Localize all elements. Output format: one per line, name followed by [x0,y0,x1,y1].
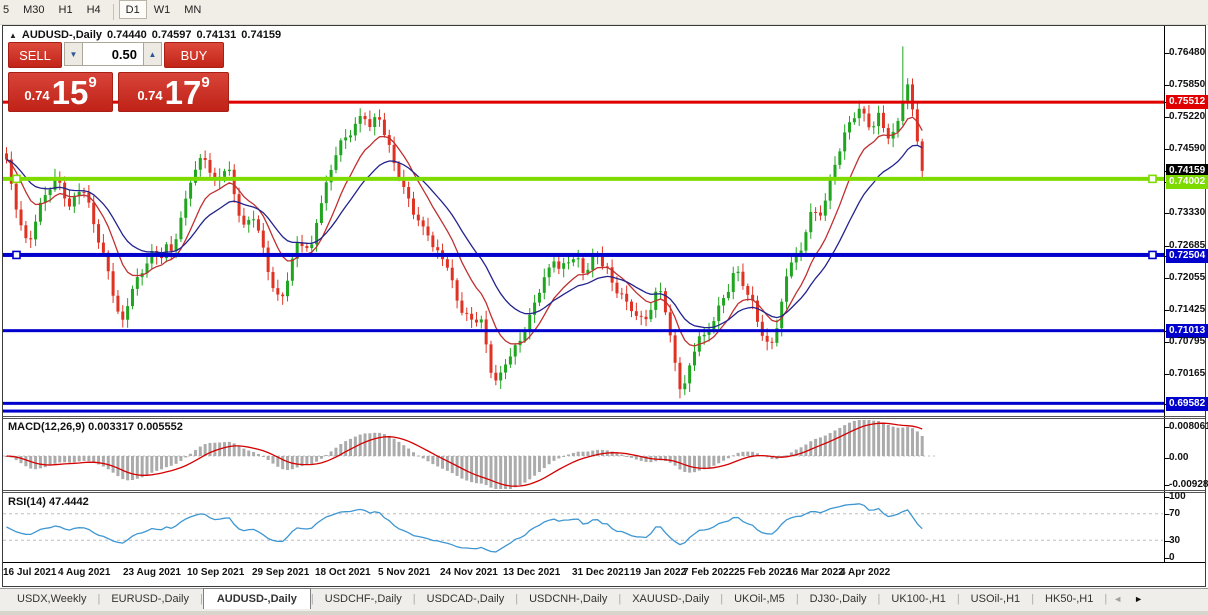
ohlc-close: 0.74159 [241,29,281,41]
tab-usdchf-daily[interactable]: USDCHF-,Daily [314,589,413,608]
macd-indicator-label: MACD(12,26,9) 0.003317 0.005552 [8,421,183,433]
date-tick-label: 16 Jul 2021 [3,567,56,578]
chevron-down-icon: ▼ [70,50,78,59]
tab-scroll-right-icon[interactable]: ► [1128,589,1149,604]
one-click-trade-panel: SELL ▼ ▲ BUY 0.74 15 9 0.74 17 9 [8,42,229,112]
ohlc-high: 0.74597 [152,29,192,41]
ohlc-low: 0.74131 [197,29,237,41]
price-tick-label: 0.73330 [1169,207,1205,219]
tab-ukoil-m5[interactable]: UKOil-,M5 [723,589,796,608]
price-level-label-0.74002: 0.74002 [1166,175,1208,189]
tab-usdcnh-daily[interactable]: USDCNH-,Daily [518,589,618,608]
date-tick-label: 29 Sep 2021 [252,567,309,578]
tab-eurusd-daily[interactable]: EURUSD-,Daily [100,589,200,608]
price-tick-label: 0.75220 [1169,111,1205,123]
macd-tick-label: 0.008061 [1169,421,1208,433]
collapse-panel-icon[interactable]: ▲ [9,31,17,40]
price-tick-label: 0.71425 [1169,304,1205,316]
tab-scroll-left-icon[interactable]: ◄ [1107,589,1128,604]
chevron-up-icon: ▲ [149,50,157,59]
buy-price-display[interactable]: 0.74 17 9 [118,72,229,112]
tab-dj30-daily[interactable]: DJ30-,Daily [799,589,878,608]
macd-tick-label: 0.00 [1169,452,1188,464]
date-tick-label: 31 Dec 2021 [572,567,629,578]
tab-hk50-h1[interactable]: HK50-,H1 [1034,589,1104,608]
tab-uk100-h1[interactable]: UK100-,H1 [880,589,956,608]
tab-audusd-daily[interactable]: AUDUSD-,Daily [203,588,311,609]
volume-increase-button[interactable]: ▲ [143,42,162,66]
date-tick-label: 25 Feb 2022 [734,567,791,578]
buy-price-big: 17 [165,75,202,111]
ohlc-open: 0.74440 [107,29,147,41]
date-tick-label: 13 Dec 2021 [503,567,560,578]
sell-price-base: 0.74 [24,81,49,111]
price-tick-label: 0.75850 [1169,79,1205,91]
buy-button[interactable]: BUY [164,42,224,68]
price-level-label-0.69582: 0.69582 [1166,397,1208,411]
sell-price-pip: 9 [88,76,96,90]
date-tick-label: 16 Mar 2022 [787,567,844,578]
volume-input[interactable] [83,42,143,66]
tab-usoil-h1[interactable]: USOil-,H1 [960,589,1032,608]
price-level-label-0.72504: 0.72504 [1166,249,1208,263]
date-tick-label: 10 Sep 2021 [187,567,244,578]
rsi-tick-label: 100 [1169,491,1186,503]
tab-usdx-weekly[interactable]: USDX,Weekly [6,589,97,608]
rsi-tick-label: 70 [1169,508,1180,520]
buy-price-pip: 9 [201,76,209,90]
tab-xauusd-daily[interactable]: XAUUSD-,Daily [621,589,720,608]
price-tick-label: 0.72055 [1169,272,1205,284]
date-tick-label: 23 Aug 2021 [123,567,181,578]
price-tick-label: 0.70165 [1169,368,1205,380]
rsi-tick-label: 30 [1169,535,1180,547]
date-tick-label: 5 Nov 2021 [378,567,430,578]
tab-usdcad-daily[interactable]: USDCAD-,Daily [416,589,516,608]
chart-symbol-label: AUDUSD-,Daily [22,29,102,41]
status-strip [0,611,1208,615]
date-tick-label: 19 Jan 2022 [630,567,686,578]
price-tick-label: 0.74590 [1169,143,1205,155]
volume-decrease-button[interactable]: ▼ [64,42,83,66]
chart-title: ▲ AUDUSD-,Daily 0.74440 0.74597 0.74131 0.741… [9,29,281,41]
date-tick-label: 4 Aug 2021 [58,567,110,578]
date-tick-label: 24 Nov 2021 [440,567,498,578]
buy-price-base: 0.74 [137,81,162,111]
rsi-tick-label: 0 [1169,552,1175,564]
date-tick-label: 4 Apr 2022 [840,567,890,578]
sell-price-big: 15 [52,75,89,111]
price-tick-label: 0.70795 [1169,336,1205,348]
price-tick-label: 0.76480 [1169,47,1205,59]
date-tick-label: 18 Oct 2021 [315,567,371,578]
date-tick-label: 7 Feb 2022 [683,567,734,578]
sell-button[interactable]: SELL [8,42,62,68]
sell-price-display[interactable]: 0.74 15 9 [8,72,113,112]
macd-tick-label: -0.009288 [1169,479,1208,491]
mt4-terminal-window: 5M30H1H4D1W1MN ▲AUDUSD-,Daily0.744400.74… [0,0,1208,615]
price-level-label-0.75512: 0.75512 [1166,95,1208,109]
rsi-indicator-label: RSI(14) 47.4442 [8,496,89,508]
symbol-tab-bar: USDX,Weekly|EURUSD-,Daily|AUDUSD-,Daily|… [0,588,1208,612]
